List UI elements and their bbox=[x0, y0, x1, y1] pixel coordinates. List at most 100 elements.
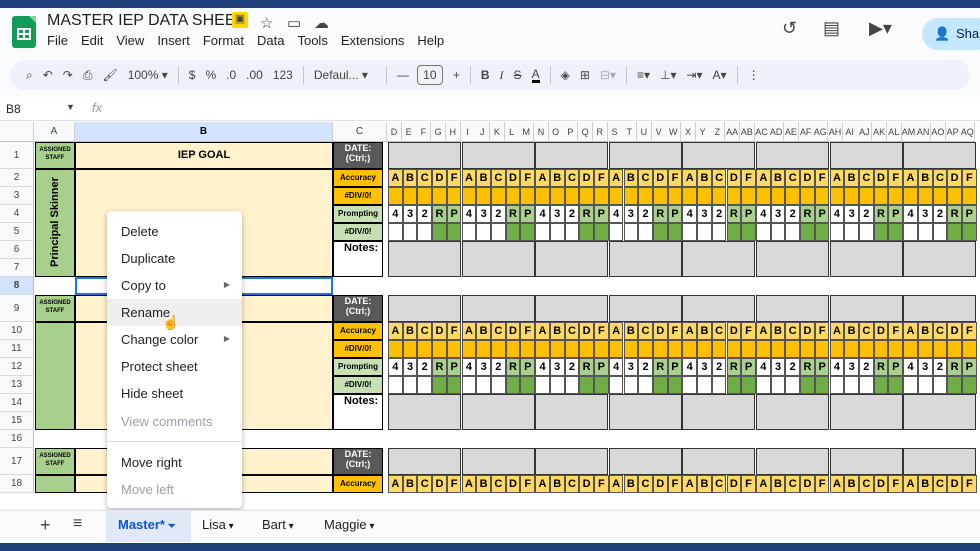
date-entry-cell[interactable] bbox=[829, 295, 903, 322]
name-box[interactable]: B8 bbox=[6, 102, 21, 116]
menu-item-hide-sheet[interactable]: Hide sheet bbox=[107, 380, 242, 407]
notes-entry-cell[interactable] bbox=[461, 394, 535, 430]
prompting-box[interactable] bbox=[402, 376, 418, 394]
prompting-box[interactable] bbox=[741, 376, 756, 394]
meet-icon[interactable]: ▶▾ bbox=[869, 18, 892, 39]
notes-entry-cell[interactable] bbox=[756, 241, 829, 277]
prompting-box[interactable] bbox=[491, 376, 506, 394]
prompting-box[interactable] bbox=[535, 376, 550, 394]
accuracy-box[interactable] bbox=[402, 187, 418, 205]
notes-entry-cell[interactable] bbox=[535, 241, 609, 277]
notes-label[interactable]: Notes: bbox=[333, 394, 383, 430]
notes-entry-cell[interactable] bbox=[829, 394, 903, 430]
accuracy-box[interactable] bbox=[417, 187, 433, 205]
prompting-box[interactable] bbox=[756, 223, 771, 241]
accuracy-box[interactable] bbox=[859, 187, 874, 205]
font-size-increase-icon[interactable]: + bbox=[453, 68, 460, 82]
div-error-cell[interactable]: #DIV/0! bbox=[333, 223, 383, 241]
accuracy-box[interactable] bbox=[432, 340, 447, 358]
accuracy-box[interactable] bbox=[520, 187, 536, 205]
prompting-box[interactable] bbox=[903, 223, 918, 241]
accuracy-box[interactable] bbox=[594, 340, 609, 358]
accuracy-box[interactable] bbox=[432, 187, 447, 205]
prompting-box[interactable] bbox=[800, 376, 815, 394]
column-header[interactable]: AC bbox=[754, 122, 770, 142]
column-header[interactable]: W bbox=[666, 122, 682, 142]
column-header[interactable]: Z bbox=[710, 122, 726, 142]
column-header[interactable]: AG bbox=[813, 122, 829, 142]
accuracy-box[interactable] bbox=[520, 340, 536, 358]
date-entry-cell[interactable] bbox=[608, 142, 682, 169]
prompting-box[interactable] bbox=[844, 376, 859, 394]
prompting-box[interactable] bbox=[785, 223, 801, 241]
more-options-icon[interactable]: ⋮ bbox=[748, 68, 760, 82]
prompting-box[interactable] bbox=[711, 223, 727, 241]
column-header[interactable]: I bbox=[460, 122, 476, 142]
accuracy-box[interactable] bbox=[800, 187, 815, 205]
accuracy-box[interactable] bbox=[549, 340, 565, 358]
prompting-box[interactable] bbox=[962, 223, 977, 241]
column-header[interactable]: V bbox=[651, 122, 667, 142]
accuracy-box[interactable] bbox=[535, 340, 550, 358]
column-header[interactable]: B bbox=[75, 122, 333, 142]
accuracy-box[interactable] bbox=[947, 340, 962, 358]
prompting-box[interactable] bbox=[697, 223, 712, 241]
text-color-icon[interactable]: A bbox=[531, 68, 540, 83]
row-header[interactable]: 8 bbox=[0, 277, 34, 295]
date-cell[interactable]: DATE: (Ctrl;) bbox=[333, 448, 383, 475]
prompting-box[interactable] bbox=[594, 376, 609, 394]
strikethrough-icon[interactable]: S bbox=[514, 68, 522, 82]
column-header[interactable]: P bbox=[563, 122, 579, 142]
fill-color-icon[interactable]: ◈ bbox=[561, 68, 570, 82]
column-header[interactable]: O bbox=[548, 122, 564, 142]
column-header[interactable]: T bbox=[622, 122, 638, 142]
accuracy-box[interactable] bbox=[844, 187, 859, 205]
prompting-box[interactable] bbox=[388, 376, 403, 394]
prompting-box[interactable] bbox=[491, 223, 506, 241]
accuracy-box[interactable] bbox=[505, 187, 521, 205]
menu-file[interactable]: File bbox=[47, 33, 68, 48]
row-header[interactable]: 3 bbox=[0, 187, 34, 205]
sheets-logo-icon[interactable] bbox=[12, 16, 36, 48]
accuracy-box[interactable] bbox=[638, 340, 653, 358]
accuracy-box[interactable] bbox=[697, 340, 712, 358]
row-header[interactable]: 10 bbox=[0, 322, 34, 340]
accuracy-box[interactable] bbox=[594, 187, 609, 205]
accuracy-box[interactable] bbox=[446, 340, 462, 358]
column-header[interactable]: AF bbox=[798, 122, 814, 142]
accuracy-box[interactable] bbox=[873, 187, 889, 205]
accuracy-box[interactable] bbox=[476, 340, 491, 358]
prompting-box[interactable] bbox=[917, 223, 933, 241]
accuracy-box[interactable] bbox=[623, 340, 639, 358]
prompting-box[interactable] bbox=[549, 376, 565, 394]
prompting-label[interactable]: Prompting bbox=[333, 205, 383, 223]
notes-entry-cell[interactable] bbox=[608, 394, 682, 430]
date-entry-cell[interactable] bbox=[682, 142, 756, 169]
prompting-box[interactable] bbox=[594, 223, 609, 241]
column-header[interactable]: AI bbox=[842, 122, 858, 142]
menu-item-protect-sheet[interactable]: Protect sheet bbox=[107, 353, 242, 380]
move-folder-icon[interactable]: ▭ bbox=[287, 14, 301, 32]
prompting-box[interactable] bbox=[829, 376, 845, 394]
sheet-tab[interactable]: Bart ▾ bbox=[262, 517, 294, 532]
prompting-box[interactable] bbox=[711, 376, 727, 394]
div-error-cell[interactable]: #DIV/0! bbox=[333, 376, 383, 394]
div-error-cell[interactable]: #DIV/0! bbox=[333, 187, 383, 205]
date-entry-cell[interactable] bbox=[535, 448, 609, 475]
accuracy-box[interactable] bbox=[756, 340, 771, 358]
accuracy-box[interactable] bbox=[785, 187, 801, 205]
accuracy-box[interactable] bbox=[461, 187, 477, 205]
prompting-box[interactable] bbox=[461, 223, 477, 241]
accuracy-box[interactable] bbox=[859, 340, 874, 358]
date-entry-cell[interactable] bbox=[461, 142, 535, 169]
prompting-box[interactable] bbox=[800, 223, 815, 241]
prompting-box[interactable] bbox=[770, 223, 786, 241]
italic-icon[interactable]: I bbox=[500, 68, 504, 83]
accuracy-label[interactable]: Accuracy bbox=[333, 322, 383, 340]
staff-name-cell[interactable] bbox=[35, 322, 75, 430]
accuracy-box[interactable] bbox=[549, 187, 565, 205]
prompting-box[interactable] bbox=[564, 376, 580, 394]
accuracy-box[interactable] bbox=[873, 340, 889, 358]
accuracy-box[interactable] bbox=[667, 187, 683, 205]
corner-cell[interactable] bbox=[0, 122, 34, 142]
